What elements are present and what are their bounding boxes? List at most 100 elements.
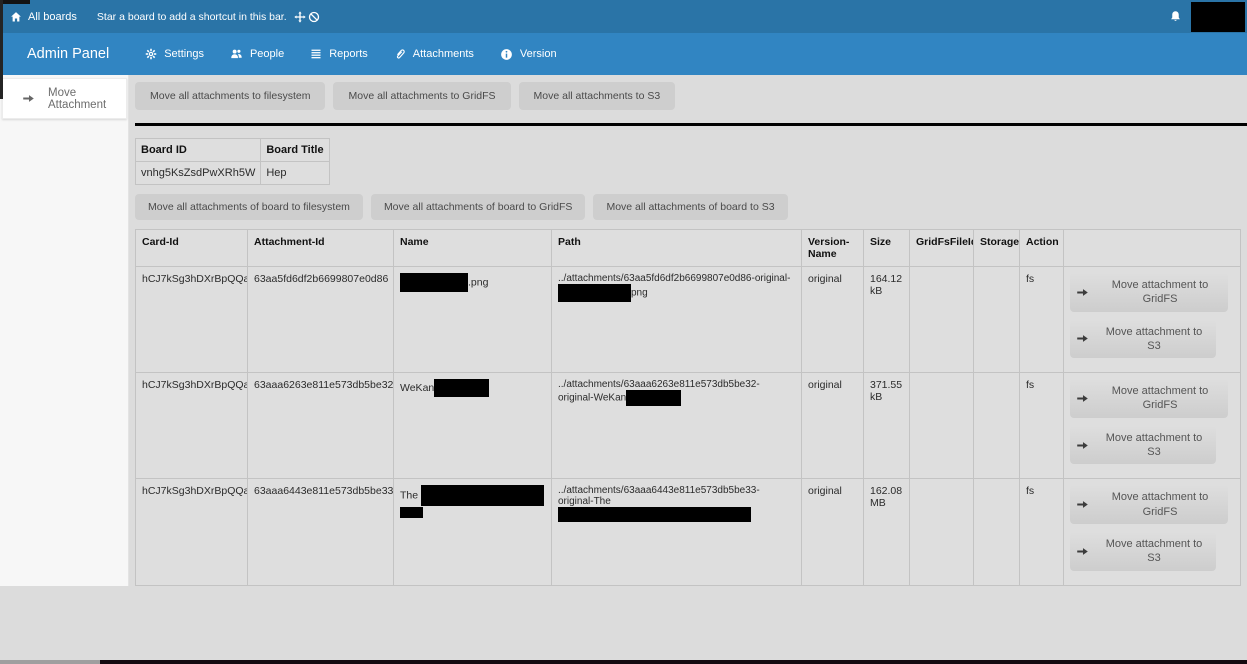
admin-header: Admin Panel Settings People Reports Attachm… [0, 33, 1247, 75]
cell-text: The [400, 490, 421, 502]
nav-people[interactable]: People [230, 48, 284, 60]
users-icon [230, 48, 243, 60]
bell-icon[interactable] [1169, 8, 1182, 25]
shortcut-hint-text: Star a board to add a shortcut in this b… [97, 11, 287, 23]
storage-cell [974, 373, 1020, 479]
version-name-cell: original [802, 479, 864, 585]
size-cell: 164.12 kB [864, 267, 910, 373]
card-id-cell: hCJ7kSg3hDXrBpQQa [136, 479, 248, 585]
gridfs-file-id-cell [910, 373, 974, 479]
divider [135, 123, 1247, 126]
nav-settings[interactable]: Settings [145, 48, 204, 60]
path-cell: ../attachments/63aaa6443e811e573db5be33-… [552, 479, 802, 585]
column-header-size: Size [864, 230, 910, 267]
board-id-cell: vnhg5KsZsdPwXRh5W [136, 162, 261, 185]
all-boards-link[interactable]: All boards [10, 10, 77, 22]
arrow-right-icon [1076, 286, 1089, 299]
redacted-text [626, 390, 681, 406]
version-name-cell: original [802, 267, 864, 373]
row-actions-cell: Move attachment to GridFS Move attachment… [1064, 373, 1241, 479]
board-table-row: vnhg5KsZsdPwXRh5WHep [136, 162, 330, 185]
move-all-attachments-of-board-to-filesystem-button[interactable]: Move all attachments of board to filesys… [135, 194, 363, 220]
name-cell: WeKan [394, 373, 552, 479]
row-button-label: Move attachment to GridFS [1098, 490, 1222, 519]
cell-text: .png [468, 276, 488, 288]
row-button-label: Move attachment to S3 [1098, 431, 1210, 460]
column-header-empty [1064, 230, 1241, 267]
screen: All boards Star a board to add a shortcu… [0, 0, 1247, 664]
attachments-header-row: Card-IdAttachment-IdNamePathVersion-Name… [136, 230, 1241, 267]
column-header-gridfsfileid: GridFsFileId [910, 230, 974, 267]
board-table-header-row: Board IDBoard Title [136, 139, 330, 162]
board-table: Board IDBoard Titlevnhg5KsZsdPwXRh5WHep [135, 138, 330, 185]
row-button-label: Move attachment to GridFS [1098, 278, 1222, 307]
home-icon [10, 10, 22, 22]
global-actions-row: Move all attachments to filesystem Move a… [135, 82, 1247, 110]
move-all-attachments-to-filesystem-button[interactable]: Move all attachments to filesystem [135, 82, 325, 110]
shortcut-hint-icons [294, 10, 320, 22]
list-icon [310, 48, 322, 60]
storage-cell [974, 479, 1020, 585]
attachment-id-cell: 63aaa6443e811e573db5be33 [248, 479, 394, 585]
row-button-label: Move attachment to S3 [1098, 325, 1210, 354]
main-area: Move Attachment Move all attachments to … [0, 75, 1247, 586]
move-attachment-to-gridfs-button[interactable]: Move attachment to GridFS [1070, 273, 1228, 312]
move-attachment-to-s3-button[interactable]: Move attachment to S3 [1070, 320, 1216, 359]
move-attachment-to-gridfs-button[interactable]: Move attachment to GridFS [1070, 379, 1228, 418]
board-title-cell: Hep [261, 162, 329, 185]
column-header-version-name: Version-Name [802, 230, 864, 267]
redacted-text [400, 507, 423, 518]
move-attachment-to-s3-button[interactable]: Move attachment to S3 [1070, 426, 1216, 465]
nav-label-reports: Reports [329, 48, 368, 60]
nav-reports[interactable]: Reports [310, 48, 368, 60]
column-header-action: Action [1020, 230, 1064, 267]
move-attachment-to-gridfs-button[interactable]: Move attachment to GridFS [1070, 485, 1228, 524]
paperclip-icon [394, 48, 406, 60]
move-all-attachments-of-board-to-s3-button[interactable]: Move all attachments of board to S3 [593, 194, 787, 220]
gridfs-file-id-cell [910, 267, 974, 373]
action-cell: fs [1020, 267, 1064, 373]
row-button-label: Move attachment to GridFS [1098, 384, 1222, 413]
nav-attachments[interactable]: Attachments [394, 48, 474, 60]
attachment-row: hCJ7kSg3hDXrBpQQa63aa5fd6df2b6699807e0d8… [136, 267, 1241, 373]
size-cell: 162.08 MB [864, 479, 910, 585]
card-id-cell: hCJ7kSg3hDXrBpQQa [136, 267, 248, 373]
sidebar-item-move-attachment[interactable]: Move Attachment [2, 78, 127, 119]
attachments-table: Card-IdAttachment-IdNamePathVersion-Name… [135, 229, 1241, 586]
path-cell: ../attachments/63aa5fd6df2b6699807e0d86-… [552, 267, 802, 373]
redacted-text [434, 379, 489, 397]
action-cell: fs [1020, 373, 1064, 479]
nav-label-version: Version [520, 48, 557, 60]
screen-artifact-left [0, 0, 3, 99]
name-cell: .png [394, 267, 552, 373]
screen-artifact-bottom [0, 660, 1247, 664]
nav-version[interactable]: Version [500, 48, 557, 61]
gridfs-file-id-cell [910, 479, 974, 585]
nav-label-settings: Settings [164, 48, 204, 60]
cell-text: WeKan [400, 382, 434, 394]
card-id-cell: hCJ7kSg3hDXrBpQQa [136, 373, 248, 479]
board-table-header: Board ID [136, 139, 261, 162]
cell-text: WeKan [594, 393, 627, 404]
arrow-right-icon [1076, 332, 1089, 345]
column-header-name: Name [394, 230, 552, 267]
move-all-attachments-to-s3-button[interactable]: Move all attachments to S3 [519, 82, 676, 110]
arrow-right-icon [1076, 392, 1089, 405]
move-all-attachments-to-gridfs-button[interactable]: Move all attachments to GridFS [333, 82, 510, 110]
row-actions-cell: Move attachment to GridFS Move attachment… [1064, 479, 1241, 585]
path-cell: ../attachments/63aaa6263e811e573db5be32-… [552, 373, 802, 479]
top-bar: All boards Star a board to add a shortcu… [0, 0, 1247, 33]
attachment-id-cell: 63aaa6263e811e573db5be32 [248, 373, 394, 479]
avatar[interactable] [1191, 2, 1245, 32]
move-attachment-to-s3-button[interactable]: Move attachment to S3 [1070, 532, 1216, 571]
ban-icon [308, 10, 320, 22]
top-bar-right [1169, 2, 1247, 32]
move-all-attachments-of-board-to-gridfs-button[interactable]: Move all attachments of board to GridFS [371, 194, 586, 220]
cell-text: ../attachments/63aa5fd6df2b6699807e0d86-… [558, 273, 790, 284]
all-boards-label: All boards [28, 11, 77, 23]
redacted-text [400, 273, 468, 292]
page-title: Admin Panel [27, 46, 109, 62]
sidebar-item-label: Move Attachment [48, 87, 126, 111]
cell-text: ../attachments/63aaa6443e811e573db5be33-… [558, 485, 760, 507]
cell-text: The [594, 496, 611, 507]
